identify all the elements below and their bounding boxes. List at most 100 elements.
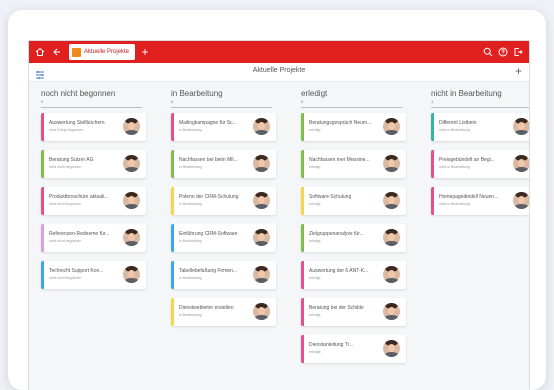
add-project-button[interactable]: + [515,64,522,78]
status-color-bar [171,261,174,289]
task-card[interactable]: Tabellebefaßung Firmen... in Bearbeitung [171,261,276,289]
task-card[interactable]: Nachfassen bei beim Mil... in Bearbeitung [171,150,276,178]
column-erledigt: erledigt 8 Beratungsgespräch Neum... erle… [297,81,412,390]
avatar-body [124,278,139,283]
avatar-face [518,196,525,204]
column-title: erledigt [301,89,328,98]
avatar-body [384,352,399,357]
avatar-body [254,241,269,246]
task-card[interactable]: Referenzen-Redeeme für... nicht nicht beg… [41,224,146,252]
avatar-face [128,196,135,204]
status-color-bar [301,113,304,141]
task-title: Beratung bei der Schilde [309,305,364,311]
avatar[interactable] [123,192,140,209]
status-color-bar [41,224,44,252]
task-title: Nachfassen bei beim Mil... [179,157,238,163]
task-card[interactable]: Auswertung Stellbüchern nicht Erfolg bego… [41,113,146,141]
task-title: Different Listbein [439,120,477,126]
column-header: noch nicht begonnen 5 [37,87,152,108]
avatar-face [388,233,395,241]
help-icon[interactable] [496,41,510,63]
task-title: Tabellebefaßung Firmen... [179,268,238,274]
avatar-face [388,159,395,167]
column-header: in Bearbeitung 6 [167,87,282,108]
task-card[interactable]: Beratung bei der Schilde erledigt [301,298,406,326]
avatar-body [384,278,399,283]
avatar-face [388,307,395,315]
task-status: erledigt [309,202,321,206]
avatar[interactable] [383,340,400,357]
task-card[interactable]: Beratungsgespräch Neum... erledigt [301,113,406,141]
task-card[interactable]: Poleno der CRM-Schulung in Bearbeitung [171,187,276,215]
task-status: in Bearbeitung [179,276,202,280]
avatar[interactable] [123,229,140,246]
task-title: Technicht Support Kon... [49,268,104,274]
avatar-face [388,344,395,352]
task-card[interactable]: Zielgruppenanalyse für... erledigt [301,224,406,252]
column-in-bearbeitung: in Bearbeitung 6 Mailingkampagne für Sc.… [167,81,282,390]
project-icon [72,47,81,57]
status-color-bar [301,224,304,252]
task-card[interactable]: Beratung Sutzer AG nicht nicht begonnen [41,150,146,178]
avatar[interactable] [383,192,400,209]
avatar[interactable] [513,118,529,135]
avatar-body [384,315,399,320]
avatar[interactable] [253,303,270,320]
tab-aktuelle-projekte[interactable]: Aktuelle Projekte [69,44,135,60]
avatar[interactable] [253,192,270,209]
add-tab-button[interactable]: + [139,41,151,63]
task-title: Homepagediedell Neuen... [439,194,499,200]
task-card[interactable]: Technicht Support Kon... nicht nicht bego… [41,261,146,289]
avatar[interactable] [253,229,270,246]
avatar[interactable] [513,192,529,209]
avatar[interactable] [383,118,400,135]
avatar[interactable] [123,155,140,172]
task-title: Beratungsgespräch Neum... [309,120,372,126]
avatar[interactable] [253,155,270,172]
task-card[interactable]: Nachfassen mer Messine... erledigt [301,150,406,178]
status-color-bar [41,261,44,289]
task-status: in Bearbeitung [179,202,202,206]
task-card[interactable]: Software-Schulung erledigt [301,187,406,215]
avatar[interactable] [253,266,270,283]
status-color-bar [431,113,434,141]
avatar[interactable] [123,118,140,135]
avatar-face [128,233,135,241]
avatar[interactable] [383,229,400,246]
back-arrow-icon[interactable] [49,41,63,63]
avatar-face [128,270,135,278]
card-list: Auswertung Stellbüchern nicht Erfolg bego… [41,113,146,298]
column-title: noch nicht begonnen [41,89,116,98]
avatar-face [518,159,525,167]
card-list: Different Listbein nicht in Bearbeitung Pr… [431,113,529,224]
task-card[interactable]: Dienstwebleiter erstellen in Bearbeitung [171,298,276,326]
task-status: erledigt [309,165,321,169]
home-icon[interactable] [33,41,47,63]
avatar-body [254,130,269,135]
search-icon[interactable] [481,41,495,63]
avatar[interactable] [253,118,270,135]
task-card[interactable]: Auswertung der 6 ANT-K... erledigt [301,261,406,289]
task-card[interactable]: Homepagediedell Neuen... nicht in Bearbei… [431,187,529,215]
avatar-face [128,122,135,130]
task-card[interactable]: Dienstanleitung Tr... erledigt [301,335,406,363]
avatar[interactable] [123,266,140,283]
avatar-body [124,204,139,209]
column-header: erledigt 8 [297,87,412,108]
avatar-body [254,315,269,320]
task-card[interactable]: Different Listbein nicht in Bearbeitung [431,113,529,141]
avatar[interactable] [383,266,400,283]
avatar[interactable] [383,303,400,320]
task-card[interactable]: Preisgebündelt an Begi... nicht in Bearbe… [431,150,529,178]
task-card[interactable]: Produktbroschüre aktuali... nicht nicht b… [41,187,146,215]
exit-icon[interactable] [511,41,525,63]
task-card[interactable]: Mailingkampagne für Sc... in Bearbeitung [171,113,276,141]
avatar[interactable] [513,155,529,172]
avatar[interactable] [383,155,400,172]
task-card[interactable]: Einführung CRM-Software in Bearbeitung [171,224,276,252]
task-status: nicht in Bearbeitung [439,128,470,132]
status-color-bar [301,187,304,215]
card-list: Beratungsgespräch Neum... erledigt Nachfas… [301,113,406,372]
task-status: nicht nicht begonnen [49,276,82,280]
avatar-face [258,233,265,241]
